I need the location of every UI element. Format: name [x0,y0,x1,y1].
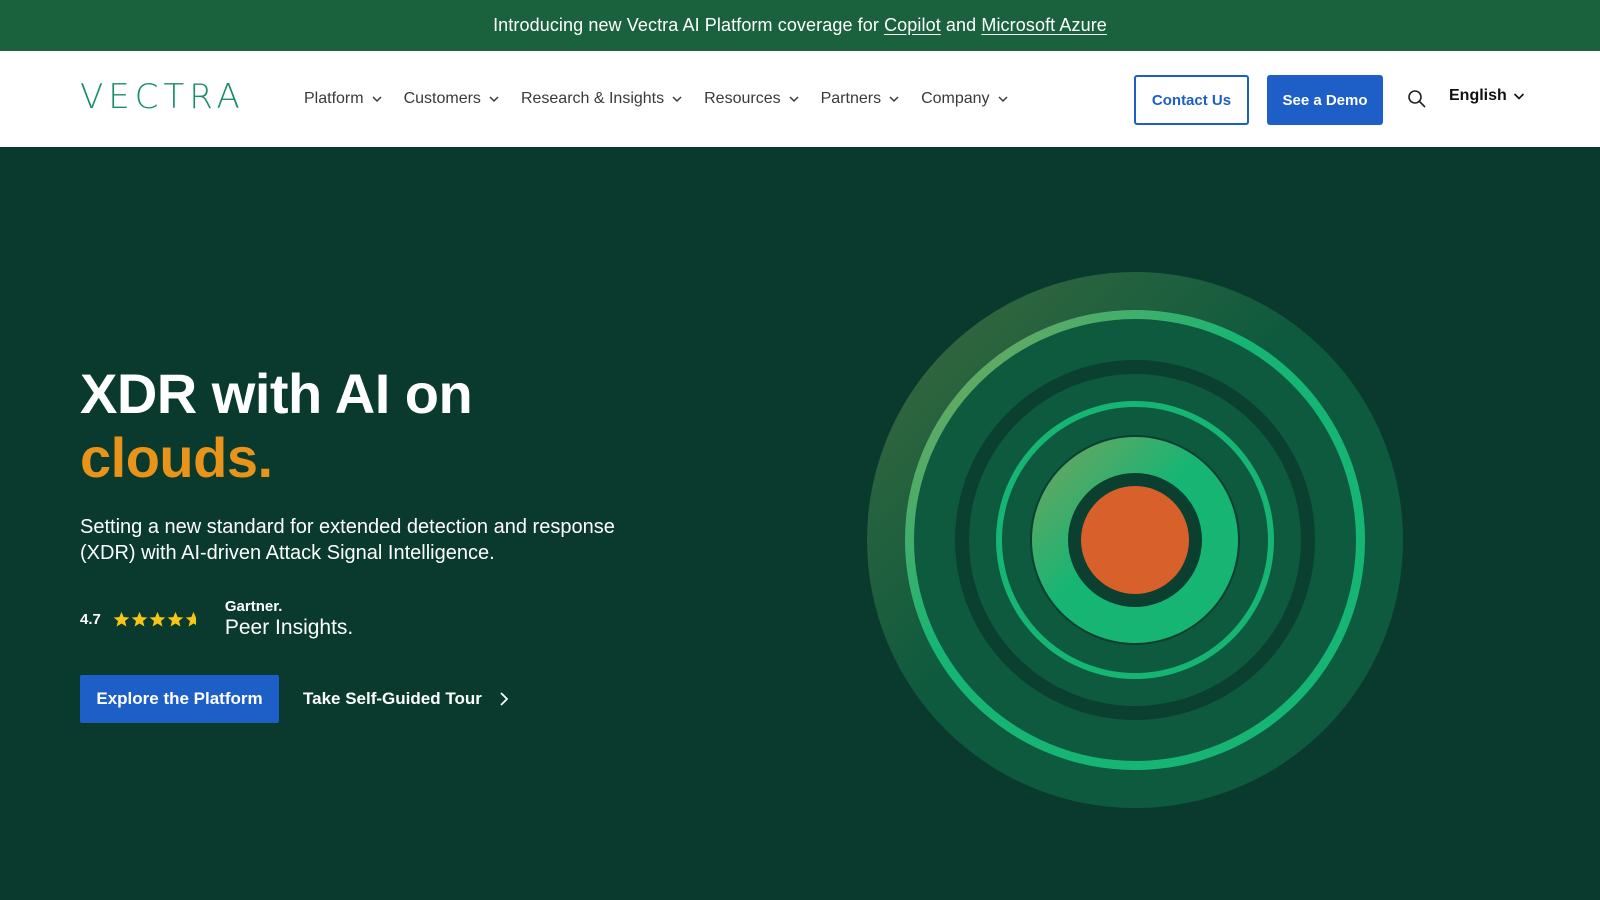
nav-item-research-insights[interactable]: Research & Insights [521,90,682,108]
announcement-bar: Introducing new Vectra AI Platform cover… [0,0,1600,51]
announcement-text: Introducing new Vectra AI Platform cover… [493,15,885,35]
rating-value: 4.7 [80,610,101,628]
main-nav: Platform Customers Research & Insights R… [304,51,1030,147]
gartner-rating[interactable]: 4.7 Gartner. Peer Insights. [80,598,353,640]
chevron-right-icon [500,692,509,706]
hero-title-accent: clouds. [80,426,273,489]
chevron-down-icon [372,96,382,103]
hero-title-line1: XDR with AI on [80,362,473,425]
star-icon [113,611,130,627]
announcement-text-middle: and [940,15,982,35]
hero-subtitle: Setting a new standard for extended dete… [80,516,615,564]
chevron-down-icon [889,96,899,103]
chevron-down-icon [489,96,499,103]
hero-title: XDR with AI on clouds. [80,362,473,490]
star-icon [167,611,184,627]
see-a-demo-button[interactable]: See a Demo [1267,75,1383,125]
search-icon[interactable] [1407,89,1427,109]
gartner-brand: Gartner. [224,598,283,615]
nav-item-partners[interactable]: Partners [821,90,899,108]
orange-core [1081,486,1189,594]
vectra-logo[interactable]: VECTRA [80,77,245,117]
chevron-down-icon [672,96,682,103]
nav-item-platform[interactable]: Platform [304,90,382,108]
language-selector[interactable]: English [1449,87,1525,105]
star-half-icon [185,611,196,627]
nav-item-company[interactable]: Company [921,90,1008,108]
gartner-peer-insights-logo: Gartner. Peer Insights. [225,598,353,640]
chevron-down-icon [998,96,1008,103]
star-icon [149,611,166,627]
site-header: VECTRA Platform Customers Research & Ins… [0,51,1600,147]
self-guided-tour-link[interactable]: Take Self-Guided Tour [303,675,510,723]
chevron-down-icon [789,96,799,103]
nav-item-resources[interactable]: Resources [704,90,799,108]
copilot-link[interactable]: Copilot [884,15,941,36]
explore-platform-button[interactable]: Explore the Platform [80,675,279,723]
chevron-down-icon [1513,93,1524,100]
star-icon [131,611,148,627]
contact-us-button[interactable]: Contact Us [1134,75,1249,125]
star-rating [113,611,203,628]
concentric-rings-graphic [867,272,1403,808]
microsoft-azure-link[interactable]: Microsoft Azure [981,15,1107,36]
peer-insights-label: Peer Insights. [224,616,354,639]
nav-item-customers[interactable]: Customers [404,90,499,108]
